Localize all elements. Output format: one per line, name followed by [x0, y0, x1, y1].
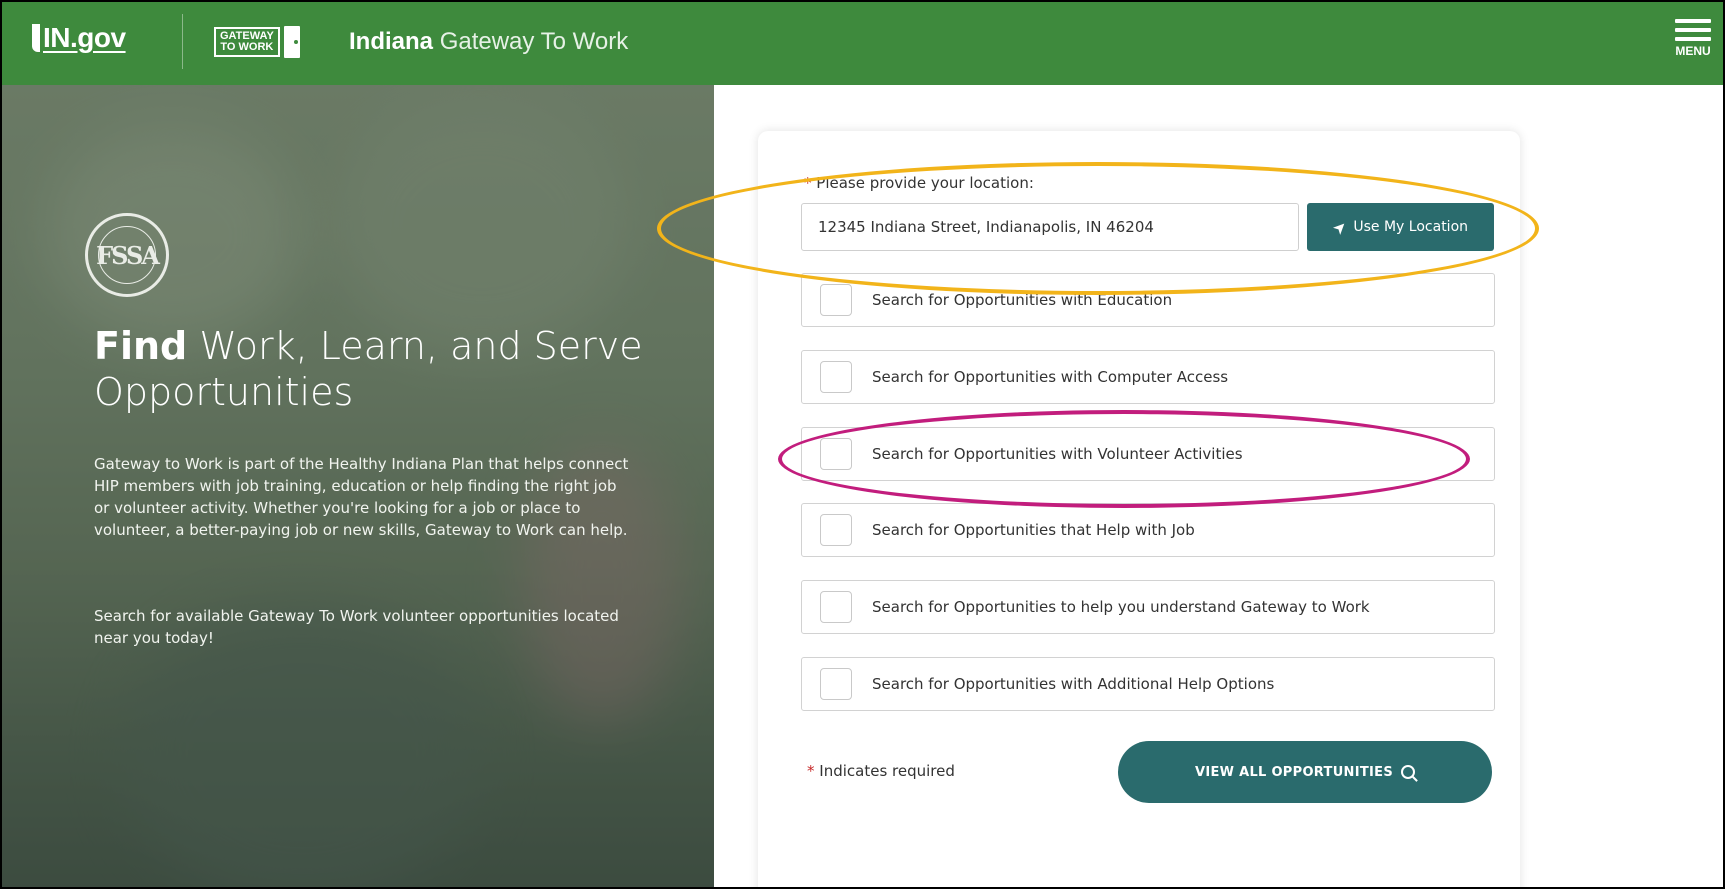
use-my-location-button[interactable]: ➤ Use My Location — [1307, 203, 1494, 251]
hero-paragraph: Gateway to Work is part of the Healthy I… — [94, 455, 629, 539]
site-header: IN.gov GATEWAY TO WORK Indiana Gateway T… — [2, 2, 1723, 85]
search-icon — [1401, 765, 1416, 779]
hero-heading: Find Work, Learn, and Serve Opportunitie… — [94, 324, 643, 414]
hamburger-icon-line — [1675, 37, 1711, 41]
menu-button[interactable]: MENU — [1673, 14, 1713, 70]
option-education[interactable]: Search for Opportunities with Education — [801, 273, 1495, 327]
gateway-logo-text: GATEWAY TO WORK — [214, 27, 280, 57]
menu-label: MENU — [1675, 44, 1711, 58]
checkbox[interactable] — [820, 438, 852, 470]
location-label: * Please provide your location: — [804, 174, 1034, 192]
page-frame: IN.gov GATEWAY TO WORK Indiana Gateway T… — [0, 0, 1725, 889]
hero-panel: FSSA Find Work, Learn, and Serve Opportu… — [2, 85, 714, 887]
option-additional-help[interactable]: Search for Opportunities with Additional… — [801, 657, 1495, 711]
header-divider — [182, 14, 183, 69]
location-arrow-icon: ➤ — [1328, 215, 1352, 239]
door-icon — [283, 26, 300, 58]
hamburger-icon-line — [1675, 28, 1711, 32]
site-title[interactable]: Indiana Gateway To Work — [349, 28, 628, 56]
required-note: * Indicates required — [807, 762, 955, 780]
checkbox[interactable] — [820, 514, 852, 546]
location-input[interactable] — [801, 203, 1299, 251]
gateway-to-work-logo[interactable]: GATEWAY TO WORK — [214, 21, 300, 63]
option-understand-gateway[interactable]: Search for Opportunities to help you und… — [801, 580, 1495, 634]
ingov-logo[interactable]: IN.gov — [32, 22, 126, 54]
view-all-opportunities-button[interactable]: VIEW ALL OPPORTUNITIES — [1118, 741, 1492, 803]
hamburger-icon — [1675, 19, 1711, 23]
checkbox[interactable] — [820, 668, 852, 700]
checkbox[interactable] — [820, 284, 852, 316]
option-volunteer-activities[interactable]: Search for Opportunities with Volunteer … — [801, 427, 1495, 481]
indiana-state-icon — [32, 24, 40, 52]
option-help-with-job[interactable]: Search for Opportunities that Help with … — [801, 503, 1495, 557]
hero-callout: Search for available Gateway To Work vol… — [94, 607, 619, 647]
option-computer-access[interactable]: Search for Opportunities with Computer A… — [801, 350, 1495, 404]
search-panel: * Please provide your location: ➤ Use My… — [714, 85, 1723, 887]
checkbox[interactable] — [820, 361, 852, 393]
fssa-seal-icon: FSSA — [85, 213, 169, 297]
checkbox[interactable] — [820, 591, 852, 623]
